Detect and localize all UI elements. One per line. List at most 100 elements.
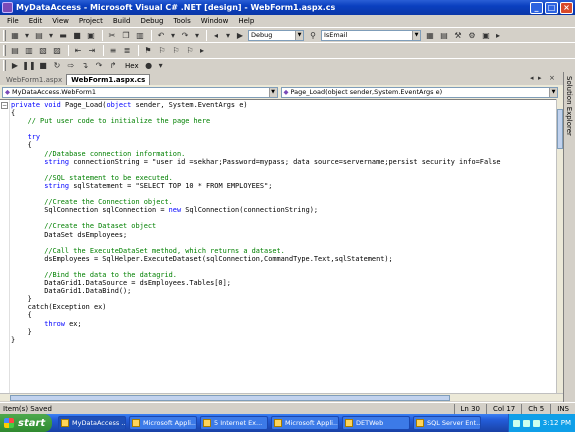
code-text[interactable]: private void Page_Load(object sender, Sy…	[11, 101, 501, 344]
solution-explorer-icon[interactable]: ▦	[424, 30, 436, 41]
code-line[interactable]	[11, 125, 501, 133]
tab-scroll-right-icon[interactable]: ▸	[538, 74, 542, 82]
scrollbar-thumb[interactable]	[10, 395, 450, 401]
code-line[interactable]: string sqlStatement = "SELECT TOP 10 * F…	[11, 182, 501, 190]
breakpoints-icon[interactable]: ●	[143, 60, 155, 71]
method-combo[interactable]: ◆ Page_Load(object sender,System.EventAr…	[280, 86, 558, 98]
tab-webform1-aspx-cs[interactable]: WebForm1.aspx.cs	[66, 74, 151, 85]
taskbar-button[interactable]: DETWeb	[342, 416, 410, 430]
toolbar-grip[interactable]	[3, 44, 6, 56]
code-line[interactable]	[11, 239, 501, 247]
taskbar-button[interactable]: MyDataAccess ...	[58, 416, 126, 430]
menu-item-help[interactable]: Help	[233, 17, 259, 25]
dropdown-arrow-icon[interactable]: ▾	[157, 60, 165, 71]
code-line[interactable]: SqlConnection sqlConnection = new SqlCon…	[11, 206, 501, 214]
code-line[interactable]: }	[11, 295, 501, 303]
solution-config-combo[interactable]: Debug ▼	[248, 29, 304, 41]
code-line[interactable]	[11, 214, 501, 222]
break-all-icon[interactable]: ❚❚	[22, 60, 35, 71]
toolbar-options-icon[interactable]: ▸	[198, 45, 206, 56]
find-combo[interactable]: IsEmail ▼	[321, 29, 421, 41]
taskbar-button[interactable]: 5 Internet Ex...	[200, 416, 268, 430]
code-line[interactable]: //Bind the data to the datagrid.	[11, 271, 501, 279]
solution-explorer-label[interactable]: Solution Explorer	[565, 76, 573, 136]
volume-icon[interactable]	[522, 419, 530, 427]
code-line[interactable]: // Put user code to initialize the page …	[11, 117, 501, 125]
code-line[interactable]	[11, 263, 501, 271]
save-all-icon[interactable]: ▣	[85, 30, 97, 41]
collapse-icon[interactable]: −	[1, 102, 8, 109]
step-into-icon[interactable]: ↴	[79, 60, 91, 71]
dropdown-arrow-icon[interactable]: ▾	[193, 30, 201, 41]
dropdown-arrow-icon[interactable]: ▾	[47, 30, 55, 41]
code-line[interactable]: try	[11, 133, 501, 141]
code-line[interactable]	[11, 166, 501, 174]
redo-icon[interactable]: ↷	[179, 30, 191, 41]
menu-item-build[interactable]: Build	[108, 17, 136, 25]
code-line[interactable]: DataSet dsEmployees;	[11, 231, 501, 239]
code-line[interactable]: }	[11, 336, 501, 344]
code-line[interactable]: }	[11, 328, 501, 336]
code-line[interactable]: DataGrid1.DataSource = dsEmployees.Table…	[11, 279, 501, 287]
start-debug-icon[interactable]: ▶	[234, 30, 246, 41]
code-line[interactable]: dsEmployees = SqlHelper.ExecuteDataset(s…	[11, 255, 501, 263]
cut-icon[interactable]: ✂	[106, 30, 118, 41]
bookmark-next-icon[interactable]: ⚐	[156, 45, 168, 56]
paste-icon[interactable]: ▥	[134, 30, 146, 41]
start-button[interactable]: start	[0, 414, 52, 432]
code-line[interactable]: catch(Exception ex)	[11, 303, 501, 311]
dropdown-arrow-icon[interactable]: ▾	[169, 30, 177, 41]
menu-item-tools[interactable]: Tools	[168, 17, 195, 25]
copy-icon[interactable]: ❐	[120, 30, 132, 41]
dropdown-arrow-icon[interactable]: ▾	[224, 30, 232, 41]
quick-info-icon[interactable]: ▧	[37, 45, 49, 56]
class-combo[interactable]: ◆ MyDataAccess.WebForm1 ▼	[2, 86, 278, 98]
code-line[interactable]: throw ex;	[11, 320, 501, 328]
solution-explorer-tab[interactable]: Solution Explorer	[563, 72, 575, 402]
taskbar-button[interactable]: Microsoft Appli...	[129, 416, 197, 430]
tab-webform1-aspx[interactable]: WebForm1.aspx	[2, 74, 66, 85]
uncomment-icon[interactable]: ≣	[121, 45, 133, 56]
list-members-icon[interactable]: ▤	[9, 45, 21, 56]
vertical-scrollbar[interactable]	[556, 99, 563, 393]
show-next-statement-icon[interactable]: ⇨	[65, 60, 77, 71]
code-line[interactable]: //SQL statement to be executed.	[11, 174, 501, 182]
code-line[interactable]: string connectionString = "user id =sekh…	[11, 158, 500, 166]
comment-icon[interactable]: ≡	[107, 45, 119, 56]
close-document-icon[interactable]: ×	[549, 74, 555, 82]
properties-icon[interactable]: ▤	[438, 30, 450, 41]
chevron-down-icon[interactable]: ▼	[549, 87, 557, 97]
menu-item-debug[interactable]: Debug	[135, 17, 168, 25]
bookmark-toggle-icon[interactable]: ⚑	[142, 45, 154, 56]
chevron-down-icon[interactable]: ▼	[295, 30, 303, 40]
code-line[interactable]: {	[11, 141, 501, 149]
menu-item-view[interactable]: View	[47, 17, 74, 25]
dropdown-arrow-icon[interactable]: ▾	[23, 30, 31, 41]
code-line[interactable]: //Call the ExecuteDataSet method, which …	[11, 247, 501, 255]
code-line[interactable]: {	[11, 311, 501, 319]
increase-indent-icon[interactable]: ⇥	[86, 45, 98, 56]
taskbar-button[interactable]: SQL Server Ent...	[413, 416, 481, 430]
toolbar-grip[interactable]	[3, 29, 6, 41]
code-line[interactable]: //Create the Dataset object	[11, 222, 501, 230]
tab-scroll-left-icon[interactable]: ◂	[530, 74, 534, 82]
open-icon[interactable]: ▬	[57, 30, 69, 41]
toolbar-options-icon[interactable]: ▸	[494, 30, 502, 41]
undo-icon[interactable]: ↶	[155, 30, 167, 41]
close-button[interactable]: ×	[560, 1, 573, 14]
chevron-down-icon[interactable]: ▼	[268, 87, 277, 97]
bookmark-clear-icon[interactable]: ⚐	[184, 45, 196, 56]
code-line[interactable]: {	[11, 109, 501, 117]
parameter-info-icon[interactable]: ▥	[23, 45, 35, 56]
find-icon[interactable]: ⚲	[307, 30, 319, 41]
restart-icon[interactable]: ↻	[51, 60, 63, 71]
toolbox-icon[interactable]: ⚒	[452, 30, 464, 41]
bookmark-prev-icon[interactable]: ⚐	[170, 45, 182, 56]
new-project-icon[interactable]: ▦	[9, 30, 21, 41]
taskbar-button[interactable]: Microsoft Appli...	[271, 416, 339, 430]
code-line[interactable]	[11, 190, 501, 198]
menu-item-project[interactable]: Project	[74, 17, 108, 25]
horizontal-scrollbar[interactable]	[0, 393, 563, 401]
object-browser-icon[interactable]: ▣	[480, 30, 492, 41]
navigate-back-icon[interactable]: ◂	[210, 30, 222, 41]
